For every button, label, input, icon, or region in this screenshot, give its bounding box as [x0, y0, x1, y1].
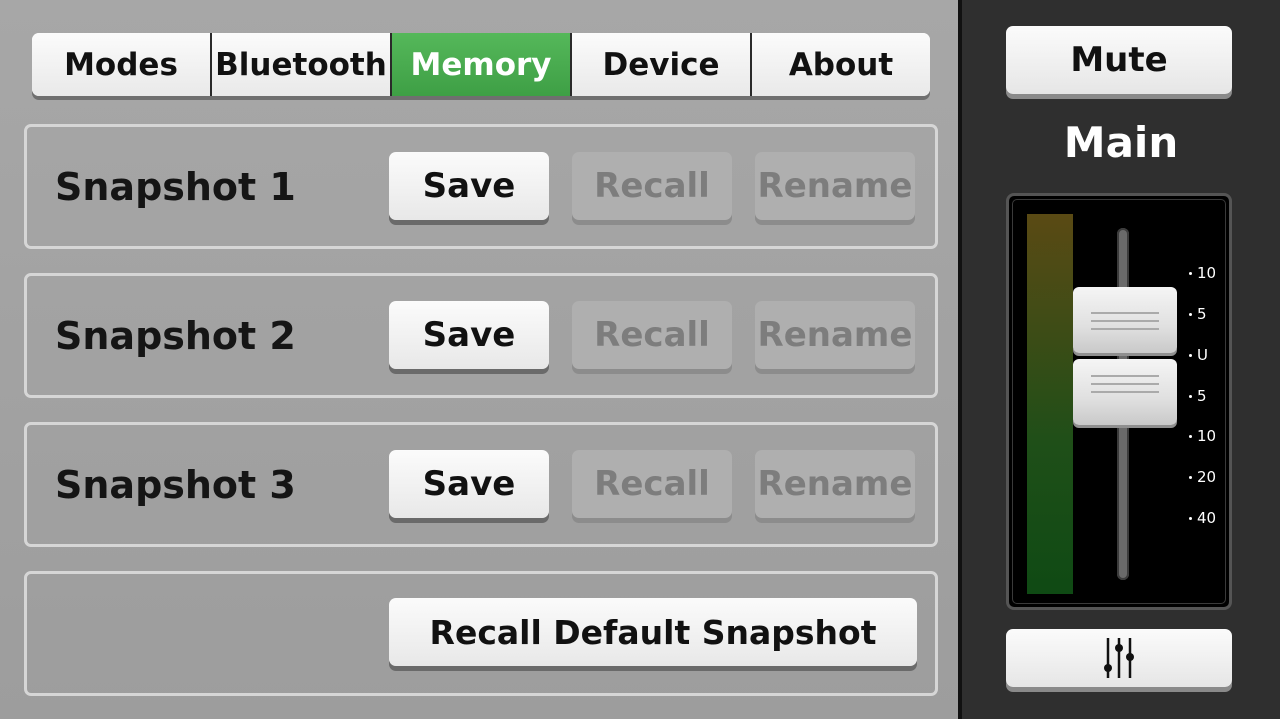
memory-page: Modes Bluetooth Memory Device About Snap…	[0, 0, 958, 719]
tab-about[interactable]: About	[752, 33, 930, 96]
default-snapshot-panel: Recall Default Snapshot	[24, 571, 938, 696]
snapshot-3-panel: Snapshot 3 Save Recall Rename	[24, 422, 938, 547]
scale-tick: 10	[1189, 427, 1216, 445]
tab-device[interactable]: Device	[572, 33, 752, 96]
fader-meter-box: 10 5 U 5 10 20 40	[1006, 193, 1232, 610]
scale-tick: 5	[1189, 305, 1207, 323]
fader-handle[interactable]	[1073, 359, 1177, 425]
channel-label: Main	[1063, 118, 1179, 167]
recall-default-snapshot-button[interactable]: Recall Default Snapshot	[389, 598, 917, 666]
scale-tick: 5	[1189, 387, 1207, 405]
snapshot-2-save-button[interactable]: Save	[389, 301, 549, 369]
tab-modes[interactable]: Modes	[32, 33, 212, 96]
snapshot-2-recall-button[interactable]: Recall	[572, 301, 732, 369]
snapshot-2-rename-button[interactable]: Rename	[755, 301, 915, 369]
meter-frame: 10 5 U 5 10 20 40	[1012, 199, 1226, 604]
mixer-sliders-icon	[1104, 638, 1134, 678]
scale-tick: U	[1189, 346, 1208, 364]
snapshot-2-label: Snapshot 2	[55, 313, 296, 358]
tab-bluetooth[interactable]: Bluetooth	[212, 33, 392, 96]
scale-tick: 40	[1189, 509, 1216, 527]
tab-memory[interactable]: Memory	[392, 33, 572, 96]
level-meter	[1027, 214, 1073, 594]
snapshot-3-label: Snapshot 3	[55, 462, 296, 507]
snapshot-1-save-button[interactable]: Save	[389, 152, 549, 220]
tab-bar: Modes Bluetooth Memory Device About	[32, 33, 930, 96]
snapshot-3-rename-button[interactable]: Rename	[755, 450, 915, 518]
snapshot-1-panel: Snapshot 1 Save Recall Rename	[24, 124, 938, 249]
mixer-button[interactable]	[1006, 629, 1232, 687]
scale-tick: 20	[1189, 468, 1216, 486]
fader-handle-upper[interactable]	[1073, 287, 1177, 353]
mute-button[interactable]: Mute	[1006, 26, 1232, 94]
snapshot-1-recall-button[interactable]: Recall	[572, 152, 732, 220]
snapshot-3-recall-button[interactable]: Recall	[572, 450, 732, 518]
scale-tick: 10	[1189, 264, 1216, 282]
snapshot-1-label: Snapshot 1	[55, 164, 296, 209]
snapshot-2-panel: Snapshot 2 Save Recall Rename	[24, 273, 938, 398]
channel-strip: Mute Main 10 5 U 5 10 20 40	[962, 0, 1280, 719]
snapshot-3-save-button[interactable]: Save	[389, 450, 549, 518]
snapshot-1-rename-button[interactable]: Rename	[755, 152, 915, 220]
